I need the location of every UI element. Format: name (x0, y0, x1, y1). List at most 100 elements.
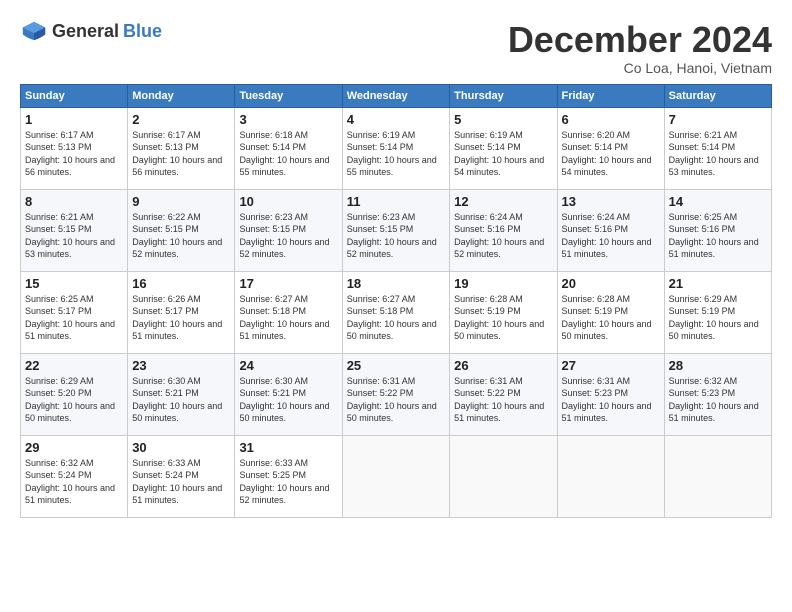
day-info: Sunrise: 6:30 AMSunset: 5:21 PMDaylight:… (132, 375, 230, 425)
day-number: 17 (239, 276, 337, 291)
logo-blue-text: Blue (123, 21, 162, 42)
day-info: Sunrise: 6:29 AMSunset: 5:19 PMDaylight:… (669, 293, 767, 343)
calendar-row: 29Sunrise: 6:32 AMSunset: 5:24 PMDayligh… (21, 435, 772, 517)
day-info: Sunrise: 6:22 AMSunset: 5:15 PMDaylight:… (132, 211, 230, 261)
calendar-cell (450, 435, 557, 517)
day-info: Sunrise: 6:30 AMSunset: 5:21 PMDaylight:… (239, 375, 337, 425)
day-info: Sunrise: 6:17 AMSunset: 5:13 PMDaylight:… (25, 129, 123, 179)
calendar-cell: 30 Sunrise: 6:33 AMSunset: 5:24 PMDayligh… (128, 435, 235, 517)
calendar-cell: 29Sunrise: 6:32 AMSunset: 5:24 PMDayligh… (21, 435, 128, 517)
calendar-cell: 11 Sunrise: 6:23 AMSunset: 5:15 PMDayligh… (342, 189, 449, 271)
day-info: Sunrise: 6:33 AMSunset: 5:25 PMDaylight:… (239, 457, 337, 507)
day-info: Sunrise: 6:31 AMSunset: 5:23 PMDaylight:… (562, 375, 660, 425)
day-info: Sunrise: 6:21 AMSunset: 5:15 PMDaylight:… (25, 211, 123, 261)
day-number: 30 (132, 440, 230, 455)
logo: General Blue (20, 20, 162, 42)
calendar-row: 8 Sunrise: 6:21 AMSunset: 5:15 PMDaylight… (21, 189, 772, 271)
header-sunday: Sunday (21, 84, 128, 107)
day-number: 27 (562, 358, 660, 373)
calendar-row: 1 Sunrise: 6:17 AMSunset: 5:13 PMDaylight… (21, 107, 772, 189)
calendar-cell: 16 Sunrise: 6:26 AMSunset: 5:17 PMDayligh… (128, 271, 235, 353)
day-number: 10 (239, 194, 337, 209)
location-subtitle: Co Loa, Hanoi, Vietnam (508, 60, 772, 76)
calendar-cell: 2 Sunrise: 6:17 AMSunset: 5:13 PMDaylight… (128, 107, 235, 189)
page: General Blue December 2024 Co Loa, Hanoi… (0, 0, 792, 612)
day-number: 2 (132, 112, 230, 127)
day-number: 31 (239, 440, 337, 455)
calendar-cell: 26 Sunrise: 6:31 AMSunset: 5:22 PMDayligh… (450, 353, 557, 435)
calendar-cell: 20 Sunrise: 6:28 AMSunset: 5:19 PMDayligh… (557, 271, 664, 353)
day-info: Sunrise: 6:17 AMSunset: 5:13 PMDaylight:… (132, 129, 230, 179)
day-number: 29 (25, 440, 123, 455)
day-number: 16 (132, 276, 230, 291)
calendar-cell: 3Sunrise: 6:18 AMSunset: 5:14 PMDaylight… (235, 107, 342, 189)
day-info: Sunrise: 6:32 AMSunset: 5:23 PMDaylight:… (669, 375, 767, 425)
day-info: Sunrise: 6:33 AMSunset: 5:24 PMDaylight:… (132, 457, 230, 507)
calendar-cell: 15 Sunrise: 6:25 AMSunset: 5:17 PMDayligh… (21, 271, 128, 353)
calendar-cell: 31 Sunrise: 6:33 AMSunset: 5:25 PMDayligh… (235, 435, 342, 517)
calendar-cell: 5 Sunrise: 6:19 AMSunset: 5:14 PMDaylight… (450, 107, 557, 189)
day-number: 11 (347, 194, 445, 209)
day-number: 19 (454, 276, 552, 291)
calendar-cell: 1 Sunrise: 6:17 AMSunset: 5:13 PMDaylight… (21, 107, 128, 189)
day-info: Sunrise: 6:26 AMSunset: 5:17 PMDaylight:… (132, 293, 230, 343)
day-info: Sunrise: 6:24 AMSunset: 5:16 PMDaylight:… (454, 211, 552, 261)
day-number: 18 (347, 276, 445, 291)
logo-icon (20, 20, 48, 42)
calendar-cell: 17Sunrise: 6:27 AMSunset: 5:18 PMDayligh… (235, 271, 342, 353)
day-number: 23 (132, 358, 230, 373)
day-info: Sunrise: 6:23 AMSunset: 5:15 PMDaylight:… (239, 211, 337, 261)
day-number: 15 (25, 276, 123, 291)
day-number: 1 (25, 112, 123, 127)
day-info: Sunrise: 6:19 AMSunset: 5:14 PMDaylight:… (454, 129, 552, 179)
day-number: 21 (669, 276, 767, 291)
calendar-cell: 22Sunrise: 6:29 AMSunset: 5:20 PMDayligh… (21, 353, 128, 435)
day-info: Sunrise: 6:28 AMSunset: 5:19 PMDaylight:… (454, 293, 552, 343)
logo-general-text: General (52, 21, 119, 42)
calendar-cell: 13Sunrise: 6:24 AMSunset: 5:16 PMDayligh… (557, 189, 664, 271)
day-number: 22 (25, 358, 123, 373)
calendar-cell: 9 Sunrise: 6:22 AMSunset: 5:15 PMDaylight… (128, 189, 235, 271)
month-title: December 2024 (508, 20, 772, 60)
header-friday: Friday (557, 84, 664, 107)
day-info: Sunrise: 6:25 AMSunset: 5:17 PMDaylight:… (25, 293, 123, 343)
calendar-cell (342, 435, 449, 517)
calendar-header-row: Sunday Monday Tuesday Wednesday Thursday… (21, 84, 772, 107)
day-number: 9 (132, 194, 230, 209)
calendar-cell: 19 Sunrise: 6:28 AMSunset: 5:19 PMDayligh… (450, 271, 557, 353)
calendar-cell: 10 Sunrise: 6:23 AMSunset: 5:15 PMDayligh… (235, 189, 342, 271)
calendar-cell: 23 Sunrise: 6:30 AMSunset: 5:21 PMDayligh… (128, 353, 235, 435)
calendar-cell: 14 Sunrise: 6:25 AMSunset: 5:16 PMDayligh… (664, 189, 771, 271)
day-number: 20 (562, 276, 660, 291)
calendar-cell: 6Sunrise: 6:20 AMSunset: 5:14 PMDaylight… (557, 107, 664, 189)
day-number: 13 (562, 194, 660, 209)
calendar-cell: 27 Sunrise: 6:31 AMSunset: 5:23 PMDayligh… (557, 353, 664, 435)
day-number: 28 (669, 358, 767, 373)
calendar-cell: 12Sunrise: 6:24 AMSunset: 5:16 PMDayligh… (450, 189, 557, 271)
calendar-cell (557, 435, 664, 517)
day-number: 5 (454, 112, 552, 127)
calendar-cell: 8 Sunrise: 6:21 AMSunset: 5:15 PMDaylight… (21, 189, 128, 271)
day-info: Sunrise: 6:18 AMSunset: 5:14 PMDaylight:… (239, 129, 337, 179)
day-number: 8 (25, 194, 123, 209)
day-info: Sunrise: 6:23 AMSunset: 5:15 PMDaylight:… (347, 211, 445, 261)
calendar-cell: 28 Sunrise: 6:32 AMSunset: 5:23 PMDayligh… (664, 353, 771, 435)
day-number: 26 (454, 358, 552, 373)
day-number: 24 (239, 358, 337, 373)
title-section: December 2024 Co Loa, Hanoi, Vietnam (508, 20, 772, 76)
day-number: 25 (347, 358, 445, 373)
header-saturday: Saturday (664, 84, 771, 107)
day-number: 4 (347, 112, 445, 127)
calendar-cell (664, 435, 771, 517)
header-tuesday: Tuesday (235, 84, 342, 107)
day-number: 14 (669, 194, 767, 209)
header-thursday: Thursday (450, 84, 557, 107)
day-info: Sunrise: 6:21 AMSunset: 5:14 PMDaylight:… (669, 129, 767, 179)
day-info: Sunrise: 6:28 AMSunset: 5:19 PMDaylight:… (562, 293, 660, 343)
day-info: Sunrise: 6:31 AMSunset: 5:22 PMDaylight:… (454, 375, 552, 425)
day-info: Sunrise: 6:25 AMSunset: 5:16 PMDaylight:… (669, 211, 767, 261)
calendar-cell: 21 Sunrise: 6:29 AMSunset: 5:19 PMDayligh… (664, 271, 771, 353)
calendar-cell: 24 Sunrise: 6:30 AMSunset: 5:21 PMDayligh… (235, 353, 342, 435)
day-info: Sunrise: 6:19 AMSunset: 5:14 PMDaylight:… (347, 129, 445, 179)
header-wednesday: Wednesday (342, 84, 449, 107)
